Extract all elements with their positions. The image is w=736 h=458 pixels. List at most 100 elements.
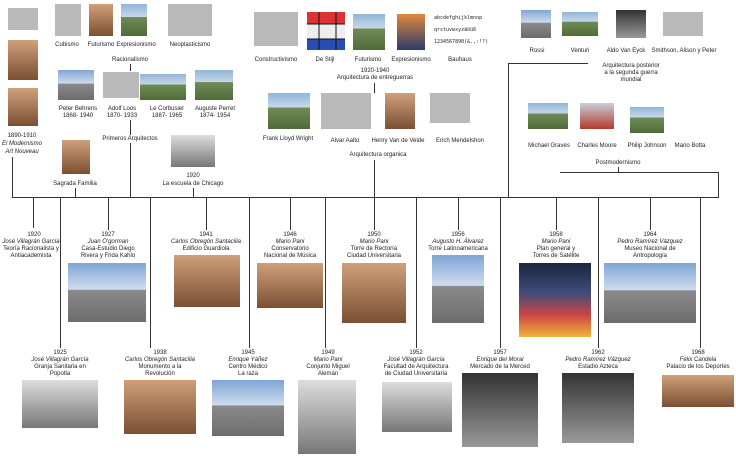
tick-1950 bbox=[374, 198, 375, 230]
tick-1956 bbox=[458, 198, 459, 230]
wright-photo bbox=[268, 93, 310, 129]
lower-1938-line3: Revolución bbox=[145, 371, 175, 377]
upper-1964-year: 1964 bbox=[643, 232, 657, 238]
johnson-photo bbox=[630, 107, 664, 133]
cubismo-photo bbox=[55, 4, 81, 36]
upper-1950-photo bbox=[342, 263, 406, 323]
chicago-label: La escuela de Chicago bbox=[162, 181, 224, 187]
lower-1945-line3: La raza bbox=[237, 371, 258, 377]
expresionismo-photo bbox=[121, 4, 147, 36]
perret-photo bbox=[195, 70, 233, 100]
lower-1949-line3: Alemán bbox=[317, 371, 339, 377]
perret-label: Auguste Perret bbox=[194, 106, 236, 112]
racionalismo-label: Racionalismo bbox=[111, 57, 148, 63]
modernismo-label-1: El Modernismo bbox=[1, 141, 42, 147]
rossi-label: Rossi bbox=[529, 48, 545, 54]
perret-years: 1874- 1954 bbox=[199, 113, 231, 119]
sagrada-label: Sagrada Familia bbox=[53, 181, 97, 187]
behrens-photo bbox=[58, 70, 94, 100]
lower-1952-line2: Facultad de Arquitectura bbox=[383, 364, 449, 370]
entreguerras-connector bbox=[374, 83, 375, 93]
posterior-label-1: Arquitectura posterior bbox=[602, 63, 660, 69]
modernismo-photo-2 bbox=[8, 40, 38, 80]
lower-1968-line2: Palacio de los Deportes bbox=[666, 364, 730, 370]
futurismo-entreguerras-label: Futurismo bbox=[354, 57, 382, 63]
tick-1964 bbox=[650, 198, 651, 230]
upper-1946-author: Mario Pani bbox=[275, 239, 305, 245]
lower-1949-line2: Conjunto Miguel bbox=[306, 364, 350, 370]
tick-1920 bbox=[33, 198, 34, 228]
lower-1938-line2: Monumento a la bbox=[138, 364, 182, 370]
expresionismo-entreguerras-photo bbox=[397, 14, 425, 50]
upper-1946-year: 1946 bbox=[283, 232, 297, 238]
lower-1945-year: 1945 bbox=[241, 350, 255, 356]
bauhaus-font-line-3: 1234567890(&.,:!?) bbox=[434, 39, 489, 45]
racionalismo-connector-2 bbox=[130, 120, 131, 135]
corbusier-label: Le Corbusier bbox=[149, 106, 185, 112]
upper-1927-line3: Rivera y Frida Kahlo bbox=[80, 253, 136, 259]
upper-1956-line2: Torre Latinoamericana bbox=[428, 246, 488, 252]
tick-1927 bbox=[108, 198, 109, 230]
tick-1949 bbox=[325, 198, 326, 348]
main-timeline-line bbox=[12, 197, 718, 198]
lower-1957-line2: Mercado de la Merced bbox=[470, 364, 530, 370]
tick-1958 bbox=[556, 198, 557, 230]
futurismo-photo bbox=[89, 4, 113, 36]
lower-1938-author: Carlos Obregón Santacilia bbox=[124, 357, 196, 363]
mendelshon-label: Erich Mendelshon bbox=[435, 138, 485, 144]
bauhaus-label: Bauhaus bbox=[448, 57, 472, 63]
upper-1946-line2: Conservatorio bbox=[271, 246, 309, 252]
moore-label: Charles Moore bbox=[577, 143, 617, 149]
lower-1925-line3: Popotla bbox=[49, 371, 71, 377]
lower-1952-photo bbox=[382, 382, 452, 432]
bauhaus-font-line-1: abcdefghijklmnop bbox=[434, 15, 483, 21]
lower-1957-year: 1957 bbox=[493, 350, 507, 356]
lower-1968-photo bbox=[662, 375, 734, 407]
velde-label: Henry Van de Velde bbox=[371, 138, 425, 144]
bauhaus-font-line-2: qrstuvwxyzäöüß bbox=[434, 27, 477, 33]
upper-1941-line2: Edificio Guardiola bbox=[182, 246, 230, 252]
tick-1962 bbox=[598, 198, 599, 348]
upper-1964-line2: Museo Nacional de bbox=[624, 246, 676, 252]
posterior-label-2: a la segunda guerra bbox=[604, 70, 658, 76]
lower-1949-photo bbox=[298, 380, 356, 454]
upper-1941-author: Carlos Obregón Santacilia bbox=[170, 239, 242, 245]
lower-1925-line2: Granja Sanitaria en bbox=[34, 364, 86, 370]
posmo-label: Postmodernismo bbox=[595, 160, 641, 166]
posterior-vertical bbox=[508, 63, 509, 198]
lower-1962-year: 1962 bbox=[591, 350, 605, 356]
destijl-photo bbox=[307, 12, 345, 50]
modernismo-connector bbox=[12, 157, 13, 198]
lower-1949-year: 1949 bbox=[321, 350, 335, 356]
graves-label: Michael Graves bbox=[528, 143, 570, 149]
upper-1920-line2: Teoría Racionalista y bbox=[3, 246, 59, 252]
rossi-photo bbox=[521, 10, 551, 38]
lower-1968-year: 1968 bbox=[691, 350, 705, 356]
expresionismo-label: Expresionismo bbox=[116, 42, 156, 48]
upper-1958-line3: Torres de Satélite bbox=[532, 253, 580, 259]
mendelshon-photo bbox=[430, 93, 470, 123]
upper-1941-year: 1941 bbox=[199, 232, 213, 238]
lower-1945-photo bbox=[212, 380, 284, 436]
graves-photo bbox=[528, 103, 568, 129]
modernismo-photo-3 bbox=[8, 88, 38, 126]
tick-1946 bbox=[290, 198, 291, 230]
upper-1950-line3: Ciudad Universitaria bbox=[346, 253, 402, 259]
upper-1958-year: 1958 bbox=[549, 232, 563, 238]
constructivismo-photo bbox=[254, 12, 298, 46]
lower-1949-author: Mario Pani bbox=[313, 357, 343, 363]
lower-1952-line3: de Ciudad Universitaria bbox=[384, 371, 448, 377]
primeros-connector bbox=[130, 143, 131, 198]
upper-1958-author: Mario Pani bbox=[541, 239, 571, 245]
upper-1950-year: 1950 bbox=[367, 232, 381, 238]
upper-1958-line2: Plan general y bbox=[536, 246, 576, 252]
upper-1927-line2: Casa-Estudio Diego bbox=[81, 246, 135, 252]
velde-photo bbox=[385, 93, 415, 129]
lower-1957-author: Enrique del Moral bbox=[476, 357, 524, 363]
modernismo-photo-1 bbox=[8, 8, 38, 30]
expresionismo-entreguerras-label: Expresionismo bbox=[391, 57, 431, 63]
lower-1925-year: 1925 bbox=[53, 350, 67, 356]
sagrada-photo bbox=[62, 140, 90, 174]
neoplasticismo-photo bbox=[168, 4, 212, 36]
upper-1920-year: 1920 bbox=[27, 232, 41, 238]
